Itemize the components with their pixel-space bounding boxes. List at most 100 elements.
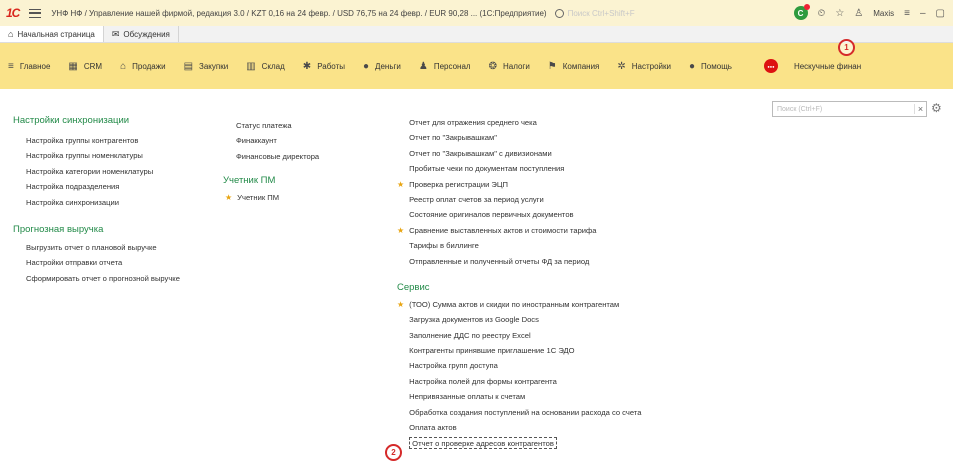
nav-label: Склад (261, 61, 285, 71)
user-icon[interactable]: ♙ (854, 8, 863, 19)
list-item-label: Тарифы в биллинге (409, 241, 479, 251)
nav-crm[interactable]: ▦ CRM (68, 61, 102, 72)
list-item[interactable]: ★Настройка групп доступа (397, 358, 717, 373)
tab-home[interactable]: ⌂ Начальная страница (0, 26, 104, 42)
home-icon: ⌂ (8, 29, 14, 39)
user-name[interactable]: Maxis (873, 9, 894, 18)
nav-purchases[interactable]: ▤ Закупки (184, 61, 229, 72)
tab-home-label: Начальная страница (17, 29, 95, 39)
crm-icon: ▦ (68, 60, 78, 72)
panel-settings-icon[interactable]: ⚙ (931, 101, 942, 115)
list-item[interactable]: ★ Учетник ПМ (225, 190, 393, 205)
list-item[interactable]: ★Оплата актов (397, 420, 717, 435)
list-item[interactable]: Выгрузить отчет о плановой выручке (26, 240, 223, 255)
list-item[interactable]: ★Отправленные и полученный отчеты ФД за … (397, 254, 717, 269)
list-item[interactable]: Настройка категории номенклатуры (26, 164, 223, 179)
list-item[interactable]: ★Отчет о проверке адресов контрагентов (397, 435, 717, 451)
list-item[interactable]: ★Загрузка документов из Google Docs (397, 312, 717, 327)
nav-staff[interactable]: ♟ Персонал (419, 61, 471, 72)
nav-taxes[interactable]: ❂ Налоги (489, 61, 530, 72)
list-item[interactable]: ★Заполнение ДДС по реестру Excel (397, 328, 717, 343)
list-item[interactable]: ★Пробитые чеки по документам поступления (397, 161, 717, 176)
list-item-label: Отправленные и полученный отчеты ФД за п… (409, 256, 590, 266)
help-icon: ● (689, 60, 696, 72)
list-item[interactable]: ★Отчет по "Закрывашкам" (397, 130, 717, 145)
star-icon[interactable]: ★ (397, 226, 404, 235)
list-item[interactable]: Финансовые директора (236, 149, 393, 164)
list-item-label: Отчет для отражения среднего чека (409, 118, 537, 127)
list-item[interactable]: Настройка группы номенклатуры (26, 148, 223, 163)
nav-works[interactable]: ✱ Работы (303, 61, 345, 72)
section-list: ★Отчет для отражения среднего чека★Отчет… (397, 115, 717, 269)
list-item-label: Состояние оригиналов первичных документо… (409, 210, 574, 220)
global-search[interactable]: Поиск Ctrl+Shift+F (554, 8, 635, 18)
section-list: ★ (ТОО) Сумма актов и скидки по иностранн… (397, 297, 717, 452)
nav-settings[interactable]: ✲ Настройки (617, 61, 671, 72)
list-item[interactable]: Настройка синхронизации (26, 195, 223, 210)
list-item-label: Обработка создания поступлений на основа… (409, 407, 642, 417)
titlebar-tools: C ⏲ ☆ ♙ Maxis ≡ – ▢ (793, 0, 945, 26)
list-item-label: Непривязанные оплаты к счетам (409, 392, 526, 402)
nav-label: Компания (562, 61, 600, 71)
settings-menu-icon[interactable]: ≡ (904, 8, 910, 19)
nav-warehouse[interactable]: ▥ Склад (246, 61, 285, 72)
list-item-label: Сравнение выставленных актов и стоимости… (409, 225, 597, 235)
annotation-marker: 1 (838, 39, 855, 56)
search-icon (554, 8, 564, 18)
list-item[interactable]: ★Состояние оригиналов первичных документ… (397, 207, 717, 222)
list-item[interactable]: ★Непривязанные оплаты к счетам (397, 389, 717, 404)
list-item[interactable]: Настройки отправки отчета (26, 255, 223, 270)
list-item-label: (ТОО) Сумма актов и скидки по иностранны… (409, 299, 620, 309)
list-item[interactable]: ★Отчет для отражения среднего чека (397, 115, 717, 130)
nav-main[interactable]: ≡ Главное (8, 61, 50, 72)
list-item-label: Настройка полей для формы контрагента (409, 376, 557, 386)
clear-icon[interactable]: × (914, 104, 926, 114)
nav-label: Помощь (701, 61, 732, 71)
list-item[interactable]: ★Отчет по "Закрывашкам" с дивизионами (397, 146, 717, 161)
section-title: Учетник ПМ (223, 175, 276, 187)
tab-discussions[interactable]: ✉ Обсуждения (104, 26, 179, 42)
main-menu-icon[interactable] (29, 8, 42, 18)
sections-panel: ≡ Главное ▦ CRM ⌂ Продажи ▤ Закупки ▥ Склад ✱… (0, 43, 953, 89)
list-item[interactable]: Финаккаунт (236, 133, 393, 148)
list-item[interactable]: Настройка подразделения (26, 179, 223, 194)
column-1: Настройки синхронизации Настройка группы… (13, 115, 223, 286)
section-list: Настройка группы контрагентов Настройка … (26, 133, 223, 210)
nav-label: Настройки (631, 61, 671, 71)
list-item[interactable]: Сформировать отчет о прогнозной выручке (26, 271, 223, 286)
menu-icon: ≡ (8, 60, 14, 72)
list-item[interactable]: ★Обработка создания поступлений на основ… (397, 405, 717, 420)
star-icon[interactable]: ★ (397, 180, 404, 189)
favorites-icon[interactable]: ☆ (835, 8, 844, 19)
nav-custom-section[interactable]: Нескучные финан (794, 62, 861, 71)
notifications-icon[interactable]: C (793, 4, 810, 20)
list-item[interactable]: Настройка группы контрагентов (26, 133, 223, 148)
chat-icon: ✉ (111, 28, 120, 39)
list-item-label: Отчет по "Закрывашкам" с дивизионами (409, 148, 552, 158)
star-icon[interactable]: ★ (225, 193, 232, 202)
minimize-icon[interactable]: – (920, 8, 926, 19)
nav-label: CRM (83, 61, 103, 71)
star-icon[interactable]: ★ (397, 300, 404, 309)
app-title: УНФ НФ / Управление нашей фирмой, редакц… (51, 8, 547, 18)
section-title: Прогнозная выручка (13, 223, 104, 235)
nav-sales[interactable]: ⌂ Продажи (120, 61, 165, 72)
nav-label: Работы (317, 61, 345, 71)
list-item[interactable]: ★Реестр оплат счетов за период услуги (397, 192, 717, 207)
extension-icon[interactable]: ●●● (763, 59, 778, 73)
nav-money[interactable]: ● Деньги (363, 61, 401, 72)
list-item[interactable]: ★ Сравнение выставленных актов и стоимост… (397, 223, 717, 238)
list-item[interactable]: Статус платежа (236, 118, 393, 133)
list-item[interactable]: ★Тарифы в биллинге (397, 238, 717, 253)
nav-help[interactable]: ● Помощь (689, 61, 732, 72)
list-item[interactable]: ★Контрагенты принявшие приглашение 1С ЭД… (397, 343, 717, 358)
panel-search-input[interactable]: Поиск (Ctrl+F) × (772, 101, 927, 117)
nav-company[interactable]: ⚑ Компания (548, 61, 600, 72)
nav-label: Главное (19, 61, 51, 71)
list-item[interactable]: ★ Проверка регистрации ЭЦП (397, 177, 717, 192)
list-item[interactable]: ★ (ТОО) Сумма актов и скидки по иностранн… (397, 297, 717, 312)
restore-icon[interactable]: ▢ (936, 8, 945, 19)
app-logo: 1С (6, 6, 20, 20)
history-icon[interactable]: ⏲ (818, 8, 826, 19)
list-item[interactable]: ★Настройка полей для формы контрагента (397, 374, 717, 389)
